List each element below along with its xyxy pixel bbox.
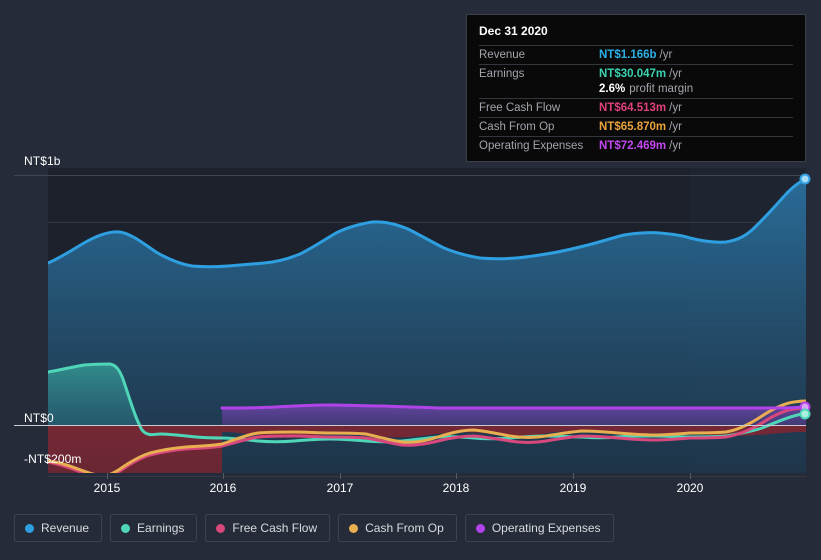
tooltip-label-revenue: Revenue xyxy=(479,49,526,61)
legend-item-cash-from-op[interactable]: Cash From Op xyxy=(338,514,457,542)
tooltip-row-cash-from-op: Cash From Op NT$65.870m /yr xyxy=(479,117,793,136)
tooltip-unit-earnings: /yr xyxy=(669,68,682,80)
tooltip-label-free-cash-flow: Free Cash Flow xyxy=(479,102,561,114)
y-axis-label-negative: -NT$200m xyxy=(24,452,82,466)
tooltip-row-profit-margin: 2.6% profit margin xyxy=(479,83,793,98)
legend-label-free-cash-flow: Free Cash Flow xyxy=(232,521,318,535)
tooltip-row-operating-expenses: Operating Expenses NT$72.469m /yr xyxy=(479,136,793,155)
tooltip-label-cash-from-op: Cash From Op xyxy=(479,121,555,133)
financial-area-chart: NT$1b NT$0 -NT$200m 2015 2016 2017 2018 … xyxy=(0,0,821,560)
legend-color-dot-earnings xyxy=(121,523,131,533)
tooltip-label-earnings: Earnings xyxy=(479,68,525,80)
tooltip-value-revenue: NT$1.166b xyxy=(599,49,657,61)
tooltip-unit-revenue: /yr xyxy=(659,49,673,61)
tooltip-label-operating-expenses: Operating Expenses xyxy=(479,140,584,152)
legend-item-free-cash-flow[interactable]: Free Cash Flow xyxy=(205,514,331,542)
legend-label-revenue: Revenue xyxy=(41,521,90,535)
tooltip-value-profit-margin: 2.6% xyxy=(599,83,626,95)
legend-label-earnings: Earnings xyxy=(137,521,185,535)
legend-item-revenue[interactable]: Revenue xyxy=(14,514,103,542)
y-axis-label-zero: NT$0 xyxy=(24,411,54,425)
legend-color-dot-revenue xyxy=(25,523,34,533)
tooltip-row-free-cash-flow: Free Cash Flow NT$64.513m /yr xyxy=(479,98,793,117)
legend-color-dot-free-cash-flow xyxy=(216,523,226,533)
tooltip-date: Dec 31 2020 xyxy=(479,24,548,38)
tooltip-row-revenue: Revenue NT$1.166b /yr xyxy=(479,45,793,64)
tooltip-value-operating-expenses: NT$72.469m xyxy=(599,140,667,152)
x-axis-label-2016: 2016 xyxy=(209,481,237,495)
legend-label-operating-expenses: Operating Expenses xyxy=(491,521,601,535)
x-axis-label-2020: 2020 xyxy=(676,481,704,495)
legend-item-earnings[interactable]: Earnings xyxy=(110,514,198,542)
tooltip-value-earnings: NT$30.047m xyxy=(599,68,667,80)
tooltip-row-earnings: Earnings NT$30.047m /yr xyxy=(479,64,793,83)
tooltip-text-profit-margin: profit margin xyxy=(629,83,694,95)
tooltip-unit-free-cash-flow: /yr xyxy=(669,102,682,114)
earnings-endpoint-marker xyxy=(799,408,811,420)
legend-color-dot-cash-from-op xyxy=(349,523,359,533)
legend-color-dot-operating-expenses xyxy=(475,523,485,533)
legend-label-cash-from-op: Cash From Op xyxy=(365,521,444,535)
chart-legend: Revenue Earnings Free Cash Flow Cash Fro… xyxy=(14,514,614,542)
tooltip-value-free-cash-flow: NT$64.513m xyxy=(599,102,667,114)
x-axis-label-2018: 2018 xyxy=(442,481,470,495)
x-axis-label-2019: 2019 xyxy=(559,481,587,495)
tooltip-unit-cash-from-op: /yr xyxy=(669,121,682,133)
data-tooltip: Dec 31 2020 Revenue NT$1.166b /yr Earnin… xyxy=(466,14,806,162)
tooltip-value-cash-from-op: NT$65.870m xyxy=(599,121,667,133)
legend-item-operating-expenses[interactable]: Operating Expenses xyxy=(464,514,614,542)
tooltip-unit-operating-expenses: /yr xyxy=(669,140,682,152)
y-axis-label-top: NT$1b xyxy=(24,154,61,168)
x-axis-label-2015: 2015 xyxy=(93,481,121,495)
x-axis-label-2017: 2017 xyxy=(326,481,354,495)
revenue-endpoint-marker xyxy=(799,173,811,185)
